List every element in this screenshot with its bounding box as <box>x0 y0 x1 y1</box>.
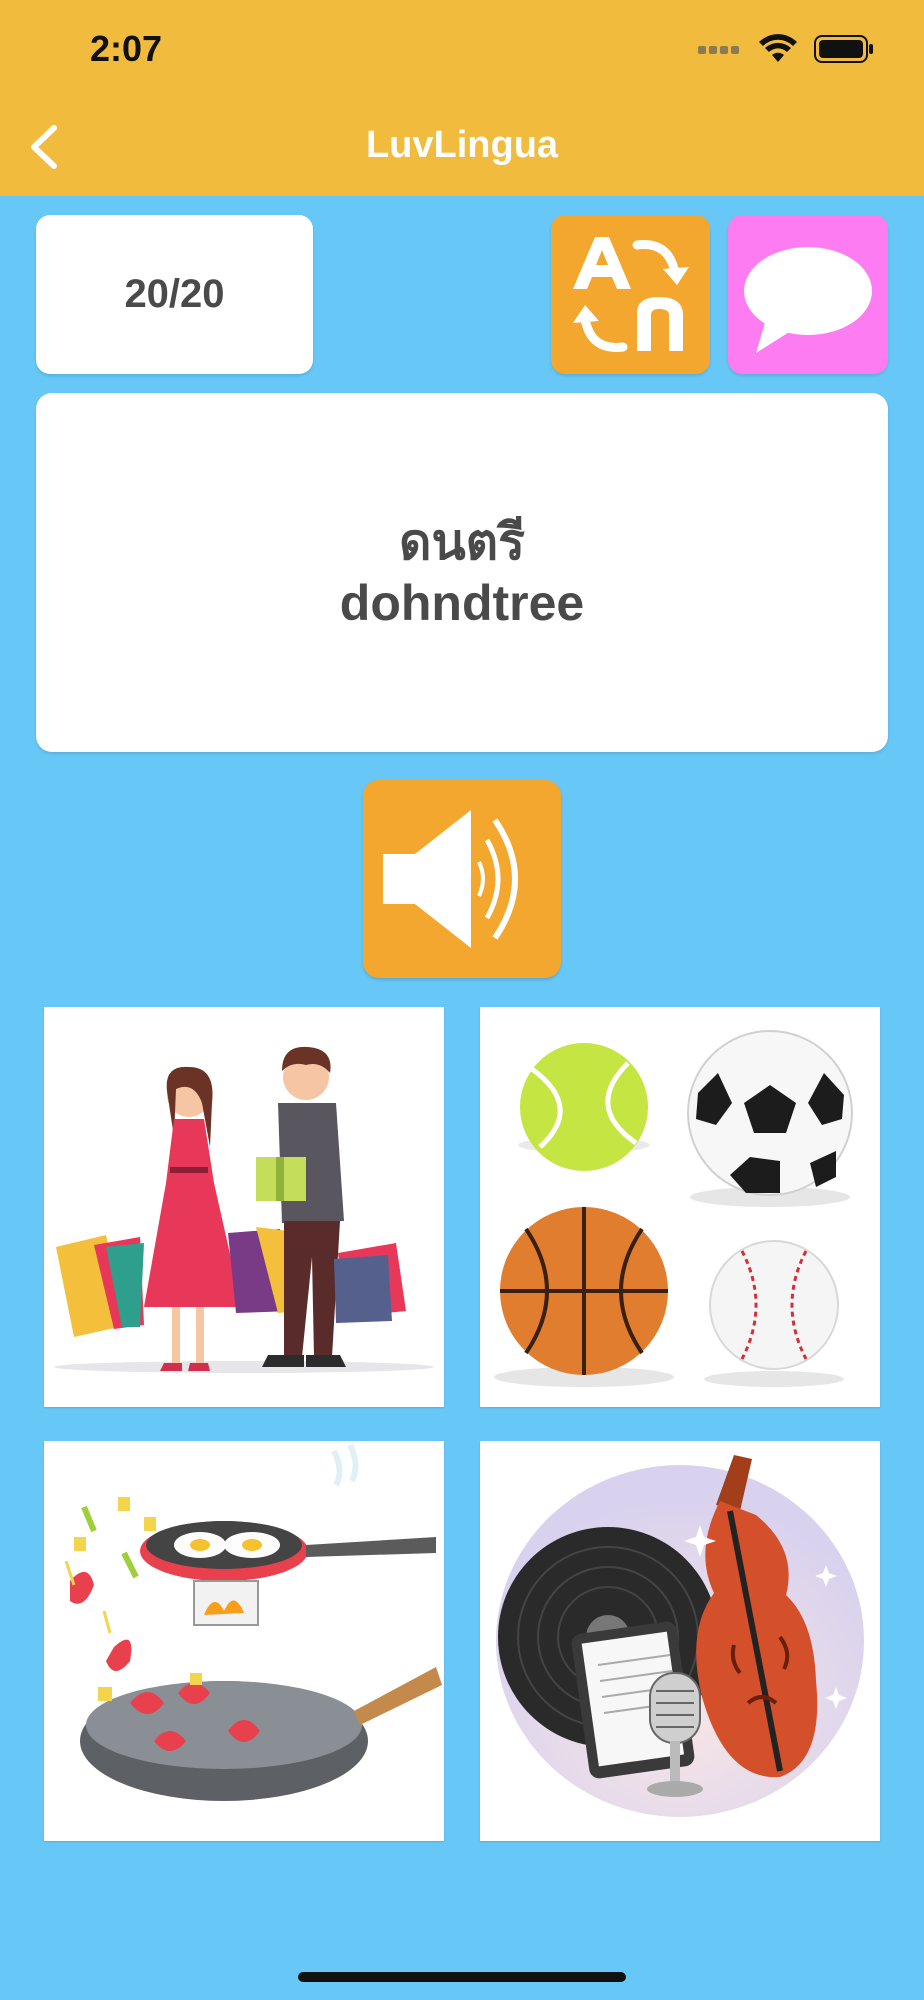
progress-counter: 20/20 <box>36 215 313 374</box>
play-audio-button[interactable] <box>363 780 561 978</box>
speech-bubble-icon <box>744 247 872 353</box>
status-time: 2:07 <box>90 28 163 69</box>
choice-card-3[interactable] <box>44 1441 444 1841</box>
sports-balls-image <box>494 1030 853 1387</box>
page-title: LuvLingua <box>365 124 559 166</box>
wifi-icon <box>759 34 797 62</box>
choice-card-2[interactable] <box>480 1007 880 1407</box>
word-card: ดนตรี dohndtree <box>36 393 888 752</box>
shopping-couple-image <box>54 1046 434 1373</box>
music-instruments-image <box>496 1455 864 1817</box>
word-romanized: dohndtree <box>339 574 585 631</box>
translate-button[interactable] <box>551 215 710 374</box>
word-native: ดนตรี <box>399 512 525 571</box>
battery-icon <box>814 35 873 63</box>
cooking-pans-image <box>64 1443 442 1801</box>
speaker-icon <box>383 810 518 948</box>
chat-button[interactable] <box>728 215 888 374</box>
status-bar: 2:07 <box>0 0 924 100</box>
navigation-bar: LuvLingua <box>0 100 924 196</box>
choice-card-4[interactable] <box>480 1441 880 1841</box>
signal-icon <box>698 46 739 54</box>
status-icons <box>698 34 874 64</box>
home-indicator[interactable] <box>298 1972 626 1982</box>
translate-icon <box>573 237 689 352</box>
choice-card-1[interactable] <box>44 1007 444 1407</box>
